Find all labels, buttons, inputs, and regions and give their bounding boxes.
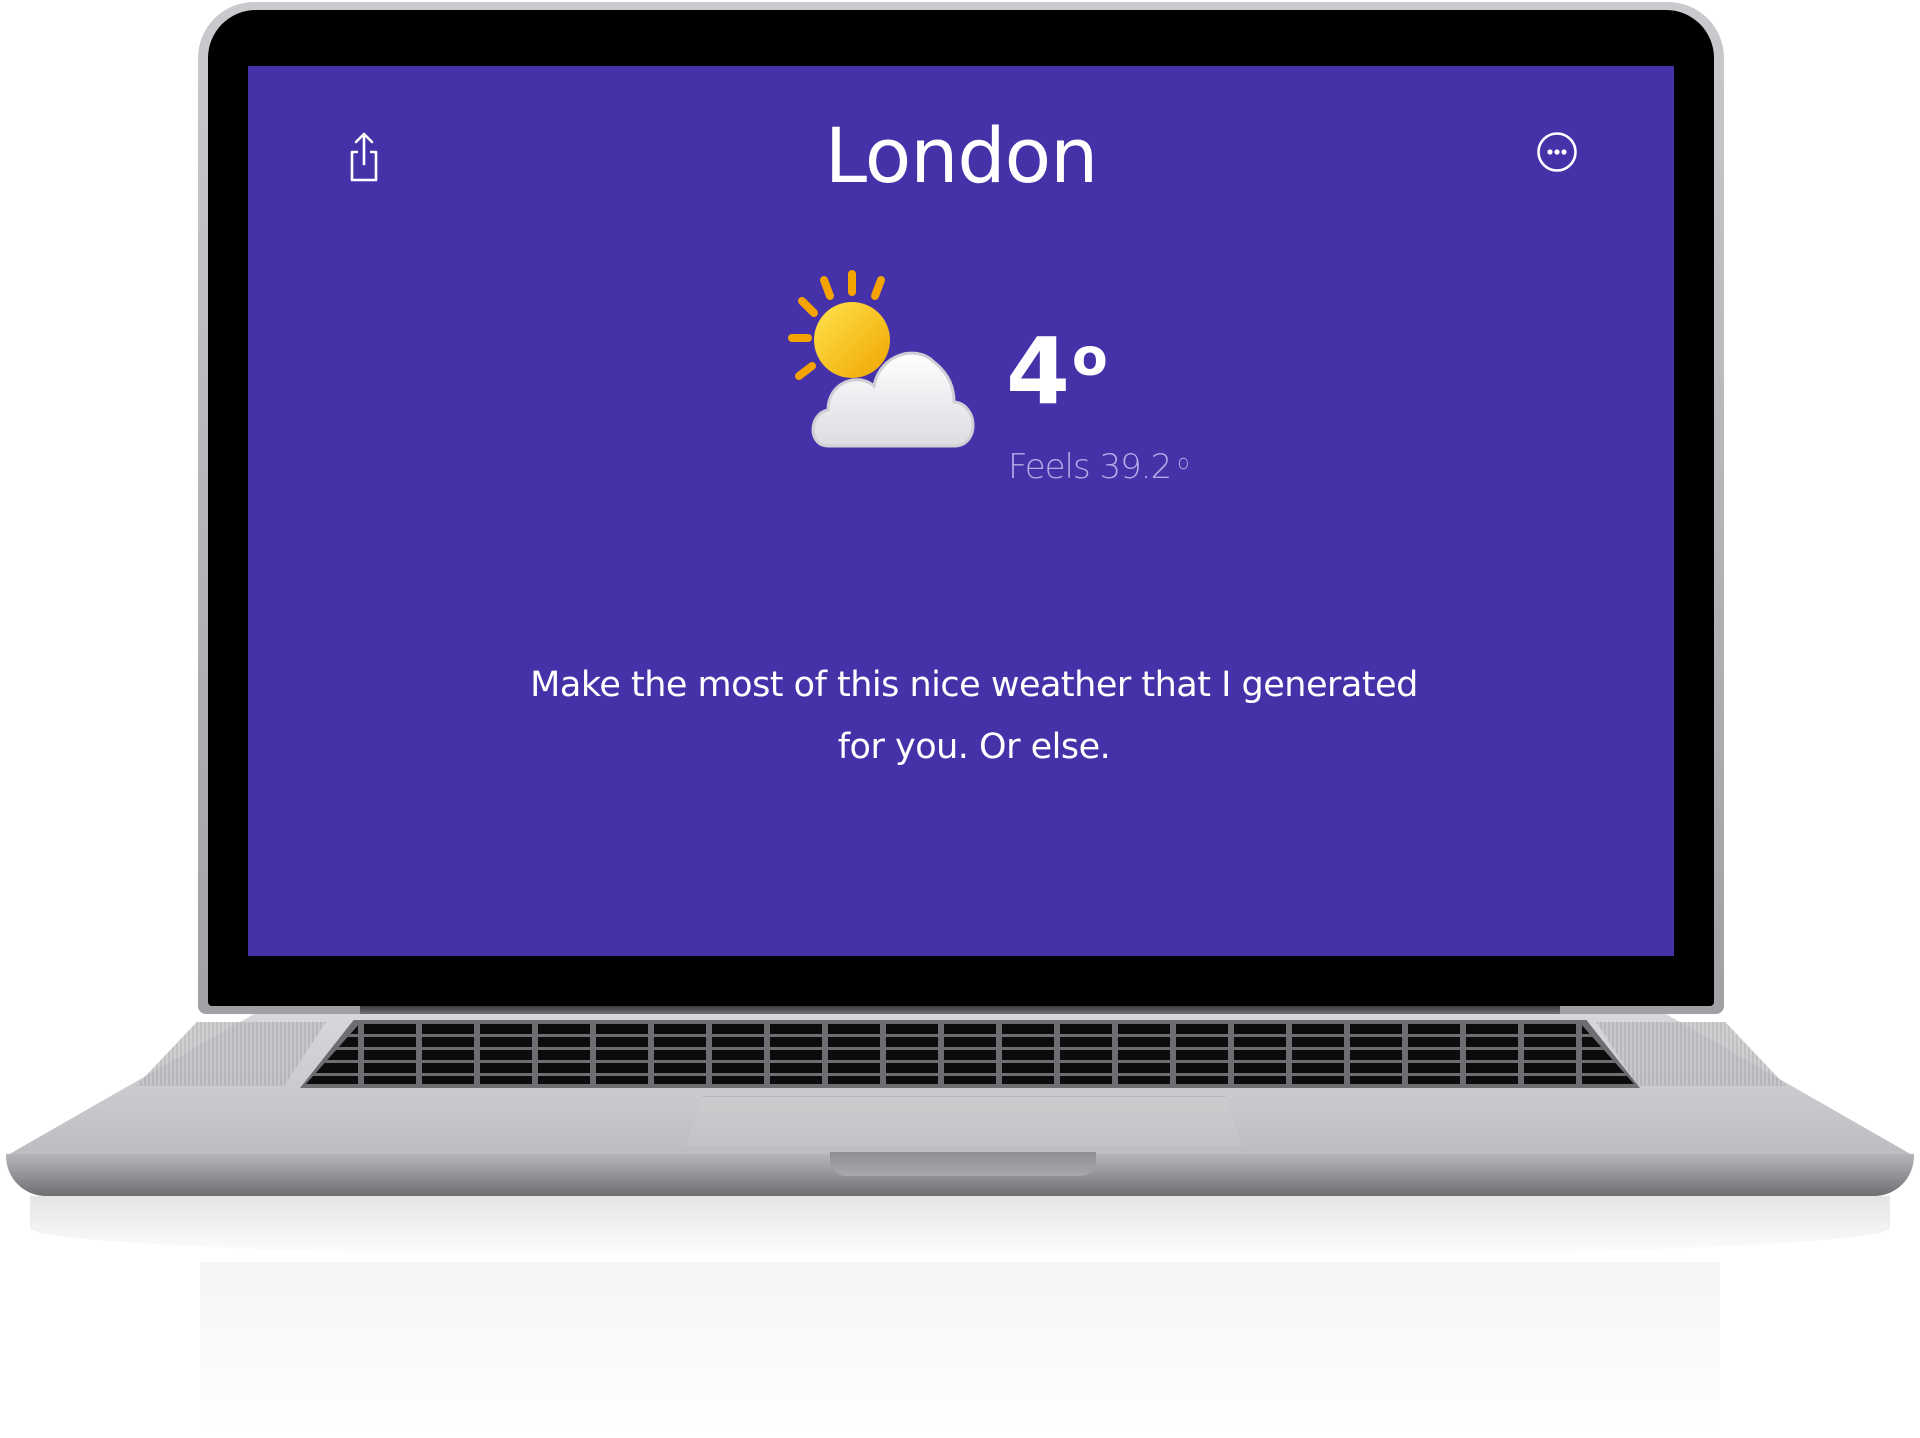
temperature-number: 4 (1006, 318, 1071, 425)
laptop-reflection (200, 1262, 1720, 1438)
temperature-value: 4o (1006, 326, 1108, 418)
keyboard-keys (306, 1024, 1634, 1084)
weather-message: Make the most of this nice weather that … (530, 665, 1418, 767)
feels-like-unit: o (1177, 450, 1189, 474)
trackpad (686, 1096, 1242, 1146)
weather-app-screen: London 4o Feels 39.2 o Make the most of … (248, 66, 1674, 956)
feels-like-value: Feels 39.2 (1008, 447, 1172, 487)
more-options-icon (1537, 132, 1577, 172)
temperature-unit: o (1072, 328, 1108, 388)
more-options-button[interactable] (1536, 131, 1578, 173)
city-title: London (824, 111, 1099, 200)
feels-like-text: Feels 39.2 o (1008, 447, 1189, 487)
laptop-mockup: London 4o Feels 39.2 o Make the most of … (0, 0, 1920, 1438)
lid-opening-notch (830, 1152, 1096, 1176)
laptop-shadow (30, 1196, 1890, 1260)
partly-cloudy-icon (784, 264, 994, 464)
